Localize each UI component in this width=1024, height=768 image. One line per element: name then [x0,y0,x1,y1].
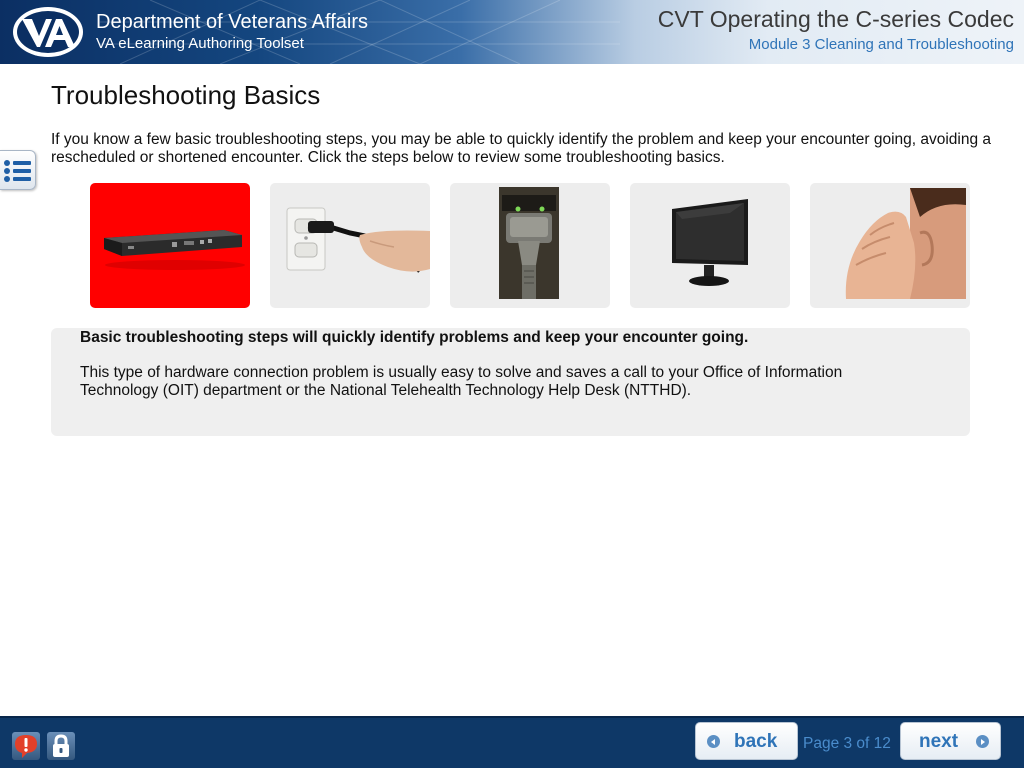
info-heading: Basic troubleshooting steps will quickly… [80,329,749,346]
info-body: This type of hardware connection problem… [80,364,843,399]
chevron-right-icon [976,735,989,748]
menu-toggle-button[interactable] [0,150,36,190]
app-window: Department of Veterans Affairs VA eLearn… [0,0,1024,768]
listen-ear-image [845,188,966,299]
tile-monitor[interactable] [630,183,790,308]
lock-button[interactable] [47,732,75,760]
page-counter: Page 3 of 12 [803,735,891,752]
next-label: next [919,731,959,752]
monitor-image [672,199,748,286]
alert-icon [15,735,37,758]
tile-codec-unit[interactable] [90,183,250,308]
troubleshooting-steps [90,183,970,308]
chevron-left-icon [707,735,720,748]
codec-unit-image [104,230,245,270]
tile-power-plug[interactable] [270,183,430,308]
lock-icon [53,734,69,757]
alert-button[interactable] [12,732,40,760]
module-title: Module 3 Cleaning and Troubleshooting [748,36,1014,53]
info-panel: Basic troubleshooting steps will quickly… [51,328,970,436]
next-button[interactable]: next [900,722,1001,760]
network-cable-image [499,187,559,299]
footer-bar: back Page 3 of 12 next [0,716,1024,768]
page-title: Troubleshooting Basics [51,80,321,110]
power-plug-image [286,207,430,273]
tile-listen[interactable] [810,183,970,308]
va-logo [13,7,83,57]
tile-network-cable[interactable] [450,183,610,308]
list-icon [4,160,31,182]
header-banner: Department of Veterans Affairs VA eLearn… [0,0,1024,64]
org-subtitle: VA eLearning Authoring Toolset [96,35,304,52]
intro-text: If you know a few basic troubleshooting … [51,131,992,166]
back-label: back [734,731,778,752]
course-title: CVT Operating the C-series Codec [657,6,1014,32]
back-button[interactable]: back [695,722,798,760]
org-title: Department of Veterans Affairs [96,11,369,33]
